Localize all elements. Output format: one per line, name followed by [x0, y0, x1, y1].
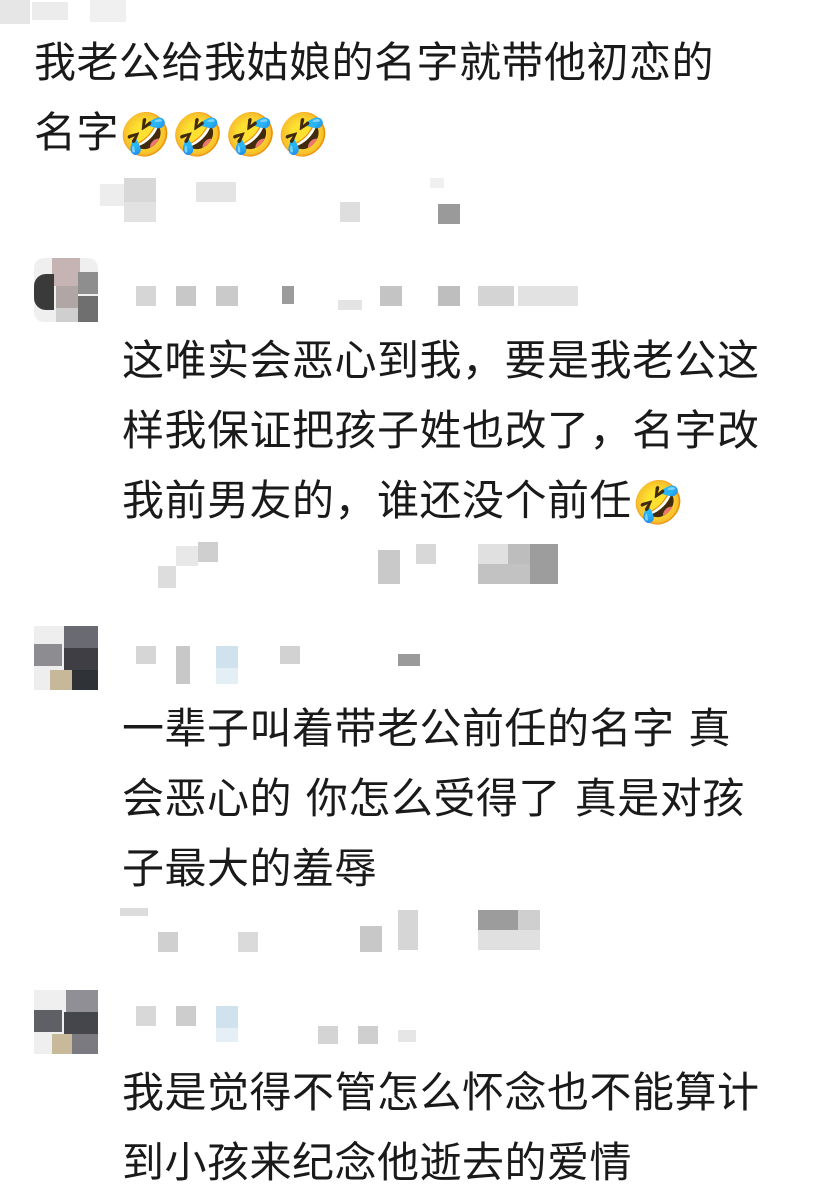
top-comment-line-1: 我老公给我姑娘的名字就带他初恋的 [34, 38, 715, 87]
laughing-crying-emoji-icon: 🤣 [632, 478, 685, 527]
reply-3-text: 我是觉得不管怎么怀念也不能算计 到小孩来纪念他逝去的爱情 [122, 1058, 760, 1198]
pixelated-username-top [0, 0, 832, 30]
pixelated-comment-meta [120, 906, 570, 956]
reply-3-line-2: 到小孩来纪念他逝去的爱情 [122, 1138, 633, 1187]
avatar[interactable] [34, 626, 98, 690]
reply-1-line-1: 这唯实会恶心到我，要是我老公这 [122, 336, 760, 385]
avatar[interactable] [34, 258, 98, 322]
reply-3-line-1: 我是觉得不管怎么怀念也不能算计 [122, 1068, 760, 1117]
reply-2-line-3: 子最大的羞辱 [122, 844, 378, 893]
pixelated-comment-meta [100, 178, 500, 228]
pixelated-username [132, 640, 432, 690]
reply-1-text: 这唯实会恶心到我，要是我老公这 样我保证把孩子姓也改了，名字改 我前男友的，谁还… [122, 326, 760, 538]
reply-1-line-2: 样我保证把孩子姓也改了，名字改 [122, 406, 760, 455]
reply-1-line-3-text: 我前男友的，谁还没个前任 [122, 476, 633, 525]
reply-2-line-1: 一辈子叫着带老公前任的名字 真 [122, 704, 731, 753]
laughing-crying-emoji-icon: 🤣 [277, 110, 331, 159]
top-comment-text: 我老公给我姑娘的名字就带他初恋的 名字🤣🤣🤣🤣 [34, 28, 714, 170]
laughing-crying-emoji-icon: 🤣 [171, 110, 225, 159]
pixelated-username [132, 1000, 452, 1050]
reply-1-line-3: 我前男友的，谁还没个前任🤣 [122, 466, 760, 538]
top-comment-line-2: 名字🤣🤣🤣🤣 [34, 98, 714, 170]
top-comment-line-2-text: 名字 [34, 108, 120, 157]
pixelated-comment-meta [150, 540, 570, 590]
avatar[interactable] [34, 990, 98, 1054]
reply-2-text: 一辈子叫着带老公前任的名字 真 会恶心的 你怎么受得了 真是对孩 子最大的羞辱 [122, 694, 745, 904]
laughing-crying-emoji-icon: 🤣 [119, 110, 172, 159]
laughing-crying-emoji-icon: 🤣 [224, 110, 278, 159]
pixelated-username [132, 282, 592, 318]
reply-2-line-2: 会恶心的 你怎么受得了 真是对孩 [122, 774, 745, 823]
